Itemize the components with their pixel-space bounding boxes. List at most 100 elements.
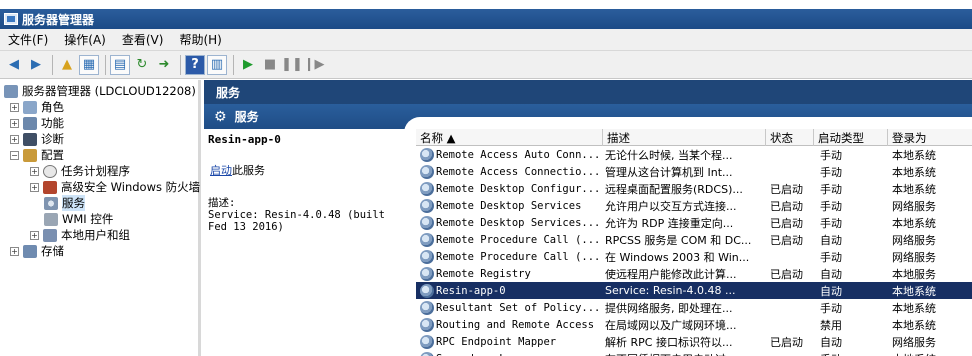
- cell-text: 网络服务: [892, 250, 936, 264]
- server-manager-icon: [4, 13, 18, 25]
- table-row[interactable]: Remote Desktop Services 允许用户以交互方式连接... 已启动…: [416, 197, 972, 214]
- tree-item-storage[interactable]: + 存储: [10, 243, 64, 259]
- table-row[interactable]: Remote Procedure Call (... 在 Windows 2003…: [416, 248, 972, 265]
- cell-logon: 网络服务: [892, 231, 972, 248]
- tree-item-configuration[interactable]: − 配置: [10, 147, 64, 163]
- cell-startup: 禁用: [820, 316, 888, 333]
- cell-name: Resin-app-0: [416, 282, 603, 299]
- menu-view[interactable]: 查看(V): [122, 31, 164, 48]
- roles-icon: [23, 100, 37, 114]
- column-header-name[interactable]: 名称 ▲: [416, 129, 603, 146]
- cell-text: 在局域网以及广域网环境...: [605, 318, 737, 332]
- help-icon[interactable]: ?: [185, 54, 205, 75]
- tree-item-features[interactable]: + 功能: [10, 115, 64, 131]
- tree-item-wmi[interactable]: WMI 控件: [44, 211, 113, 227]
- column-header-status[interactable]: 状态: [766, 129, 814, 146]
- tree-item-firewall[interactable]: + 高级安全 Windows 防火墙: [30, 179, 200, 195]
- tree-item-diagnostics[interactable]: + 诊断: [10, 131, 64, 147]
- window-title: 服务器管理器: [22, 12, 95, 27]
- column-header-description[interactable]: 描述: [603, 129, 766, 146]
- table-row[interactable]: Remote Access Connectio... 管理从这台计算机到 Int.…: [416, 163, 972, 180]
- tree-item-services[interactable]: 服务: [44, 195, 85, 211]
- table-row[interactable]: Secondary Logon 在不同凭据下启用启动过... 手动 本地系统: [416, 350, 972, 356]
- table-row[interactable]: Remote Access Auto Conn... 无论什么时候, 当某个程..…: [416, 146, 972, 163]
- tree-root[interactable]: 服务器管理器 (LDCLOUD12208): [4, 83, 196, 99]
- tree-item-task-scheduler[interactable]: + 任务计划程序: [30, 163, 130, 179]
- cell-status: [770, 282, 814, 299]
- tree-item-label: 高级安全 Windows 防火墙: [61, 180, 201, 194]
- up-folder-icon[interactable]: ▲: [57, 55, 77, 75]
- cell-text: 手动: [820, 216, 842, 230]
- cell-desc: 允许为 RDP 连接重定向...: [605, 214, 766, 231]
- export-list-icon[interactable]: ➜: [154, 55, 174, 75]
- pause-service-icon[interactable]: ❚❚: [281, 55, 303, 75]
- cell-text: 本地系统: [892, 182, 936, 196]
- show-hide-tree-icon[interactable]: ▦: [79, 54, 99, 75]
- table-row[interactable]: Routing and Remote Access 在局域网以及广域网环境... 禁…: [416, 316, 972, 333]
- menu-help[interactable]: 帮助(H): [179, 31, 221, 48]
- table-row[interactable]: Remote Desktop Configur... 远程桌面配置服务(RDCS)…: [416, 180, 972, 197]
- forward-arrow-icon[interactable]: ▶: [26, 55, 46, 75]
- cell-startup: 手动: [820, 248, 888, 265]
- expand-icon[interactable]: +: [10, 246, 19, 256]
- tree-item-roles[interactable]: + 角色: [10, 99, 64, 115]
- column-header-startup-type[interactable]: 启动类型: [814, 129, 888, 146]
- column-header-logon-as[interactable]: 登录为: [888, 129, 972, 146]
- cell-name: Remote Desktop Services...: [416, 214, 603, 231]
- gear-icon: [420, 215, 434, 230]
- tree-item-local-users[interactable]: + 本地用户和组: [30, 227, 130, 243]
- cell-text: 禁用: [820, 318, 842, 332]
- toolbar-separator: [105, 54, 106, 75]
- cell-text: 本地系统: [892, 148, 936, 162]
- expand-icon[interactable]: +: [10, 102, 19, 112]
- services-list: 名称 ▲ 描述 状态 启动类型 登录为 Remote Access Auto C…: [416, 129, 972, 356]
- gear-icon: [420, 351, 434, 356]
- list-header: 名称 ▲ 描述 状态 启动类型 登录为: [416, 129, 972, 146]
- cell-name: Remote Registry: [416, 265, 603, 282]
- storage-icon: [23, 244, 37, 258]
- start-service-link[interactable]: 启动: [210, 164, 232, 177]
- table-row[interactable]: Resultant Set of Policy... 提供网络服务, 即处理在..…: [416, 299, 972, 316]
- gear-icon: [44, 196, 58, 210]
- cell-text: 允许用户以交互方式连接...: [605, 199, 737, 213]
- console-icon[interactable]: ▥: [207, 54, 227, 75]
- cell-name: Remote Procedure Call (...: [416, 248, 603, 265]
- menu-action[interactable]: 操作(A): [64, 31, 106, 48]
- cell-logon: 本地系统: [892, 299, 972, 316]
- start-service-icon[interactable]: ▶: [238, 55, 258, 75]
- toolbar-separator: [180, 54, 181, 75]
- collapse-icon[interactable]: −: [10, 150, 19, 160]
- cell-text: 本地服务: [892, 267, 936, 281]
- tree-item-label: 诊断: [41, 132, 64, 146]
- gear-icon: [420, 266, 434, 281]
- expand-icon[interactable]: +: [10, 118, 19, 128]
- resume-service-icon[interactable]: ❙▶: [304, 55, 325, 75]
- table-row[interactable]: Remote Procedure Call (... RPCSS 服务是 COM …: [416, 231, 972, 248]
- diagnostics-icon: [23, 132, 37, 146]
- stop-service-icon[interactable]: ■: [260, 55, 280, 75]
- properties-icon[interactable]: ▤: [110, 54, 130, 75]
- expand-icon[interactable]: +: [30, 166, 39, 176]
- expand-icon[interactable]: +: [30, 230, 39, 240]
- refresh-icon[interactable]: ↻: [132, 55, 152, 75]
- tree-item-label: 服务: [62, 195, 85, 211]
- cell-startup: 自动: [820, 231, 888, 248]
- service-detail-pane: Resin-app-0 启动此服务 描述: Service: Resin-4.0…: [204, 129, 408, 356]
- cell-startup: 手动: [820, 180, 888, 197]
- cell-status: 已启动: [770, 231, 814, 248]
- table-row[interactable]: Resin-app-0 Service: Resin-4.0.48 ... 自动 本地…: [416, 282, 972, 299]
- cell-logon: 本地系统: [892, 214, 972, 231]
- table-row[interactable]: Remote Desktop Services... 允许为 RDP 连接重定向.…: [416, 214, 972, 231]
- cell-text: 已启动: [770, 233, 803, 247]
- cell-text: 已启动: [770, 199, 803, 213]
- toolbar: ◀ ▶ ▲ ▦ ▤ ↻ ➜ ? ▥ ▶ ■ ❚❚ ❙▶: [0, 51, 972, 79]
- start-service-text: 启动此服务: [210, 162, 265, 178]
- table-row[interactable]: RPC Endpoint Mapper 解析 RPC 接口标识符以... 已启动 自动…: [416, 333, 972, 350]
- back-arrow-icon[interactable]: ◀: [4, 55, 24, 75]
- expand-icon[interactable]: +: [30, 182, 39, 192]
- cell-text: RPC Endpoint Mapper: [436, 335, 557, 348]
- table-row[interactable]: Remote Registry 使远程用户能修改此计算... 已启动 自动 本地服务: [416, 265, 972, 282]
- cell-desc: 在局域网以及广域网环境...: [605, 316, 766, 333]
- expand-icon[interactable]: +: [10, 134, 19, 144]
- menu-file[interactable]: 文件(F): [8, 31, 48, 48]
